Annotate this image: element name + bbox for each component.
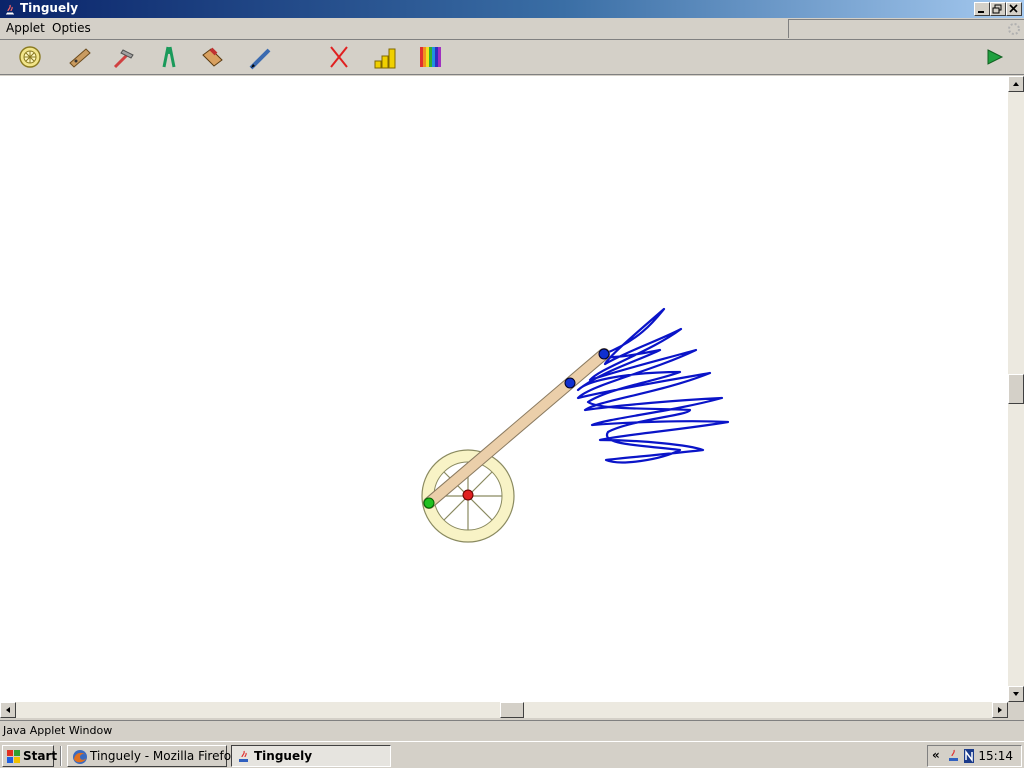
window-title: Tinguely (20, 1, 79, 15)
drawn-scribble (576, 307, 730, 464)
restore-icon (992, 4, 1002, 14)
scroll-corner (1008, 702, 1024, 718)
task-tinguely-label: Tinguely (254, 749, 313, 763)
pencil-icon (249, 48, 271, 70)
close-button[interactable] (1006, 2, 1022, 16)
arrow-up-icon (1013, 82, 1019, 86)
busy-spinner-icon (1008, 23, 1020, 35)
pliers-icon (162, 46, 176, 68)
arrow-left-icon (6, 707, 10, 713)
machine-drawing (421, 307, 730, 543)
windows-logo-icon (7, 750, 20, 763)
scroll-up-button[interactable] (1008, 76, 1024, 92)
start-label: Start (23, 749, 58, 763)
scroll-left-button[interactable] (0, 702, 16, 718)
taskbar-separator (60, 746, 62, 766)
vertical-scroll-thumb[interactable] (1008, 374, 1024, 404)
delete-x-icon (330, 46, 348, 68)
java-icon (6, 4, 14, 15)
task-tinguely[interactable]: Tinguely (231, 745, 391, 767)
task-firefox[interactable]: Tinguely - Mozilla Firefox (67, 745, 238, 767)
pen-joint-2[interactable] (598, 348, 610, 360)
java-tray-icon[interactable] (946, 748, 962, 764)
play-icon (987, 49, 1004, 65)
firefox-icon (73, 750, 87, 764)
wheel-icon (19, 46, 41, 68)
status-bar: Java Applet Window (0, 720, 1024, 740)
start-button[interactable]: Start (2, 745, 58, 767)
speed-tool[interactable] (370, 43, 400, 71)
horizontal-scroll-thumb[interactable] (500, 702, 524, 718)
menu-applet[interactable]: Applet (6, 20, 45, 36)
java-cup-icon (239, 750, 248, 762)
minimize-icon (978, 11, 984, 13)
pen-joint-1[interactable] (564, 377, 576, 389)
toolbar (0, 39, 1024, 75)
delete-tool[interactable] (324, 43, 354, 71)
color-palette-icon (420, 47, 441, 67)
system-tray: « 15:14 (927, 745, 1022, 767)
wheel-rod-joint[interactable] (423, 497, 435, 509)
clock: 15:14 (978, 749, 1013, 763)
task-firefox-label: Tinguely - Mozilla Firefox (90, 749, 238, 763)
color-tool[interactable] (416, 43, 446, 71)
menu-opties[interactable]: Opties (52, 20, 91, 36)
scroll-down-button[interactable] (1008, 686, 1024, 702)
wood-plank-icon (69, 48, 91, 68)
pliers-tool[interactable] (154, 43, 184, 71)
scroll-right-button[interactable] (992, 702, 1008, 718)
arrow-down-icon (1013, 692, 1019, 696)
wheel-tool[interactable] (15, 43, 45, 71)
vertical-scrollbar[interactable] (1008, 76, 1024, 702)
eraser-icon (202, 47, 223, 67)
title-bar[interactable]: Tinguely (0, 0, 1024, 18)
hammer-tool[interactable] (108, 43, 138, 71)
speed-bars-icon (374, 48, 396, 69)
network-tray-icon[interactable] (963, 748, 975, 764)
rod[interactable] (423, 348, 610, 509)
menu-status-box (788, 19, 1024, 38)
drawing-canvas[interactable] (0, 76, 1008, 702)
play-button[interactable] (980, 43, 1010, 71)
pencil-tool[interactable] (246, 43, 276, 71)
axle-joint[interactable] (462, 489, 474, 501)
minimize-button[interactable] (974, 2, 990, 16)
plank-tool[interactable] (64, 43, 94, 71)
taskbar: Start Tinguely - Mozilla Firefox Tinguel… (0, 741, 1024, 768)
eraser-tool[interactable] (197, 43, 227, 71)
close-icon (1009, 4, 1018, 13)
hammer-icon (113, 49, 134, 69)
restore-button[interactable] (990, 2, 1006, 16)
status-text: Java Applet Window (3, 724, 113, 737)
horizontal-scrollbar[interactable] (0, 702, 1008, 718)
tray-expand-toggle[interactable]: « (932, 748, 940, 762)
arrow-right-icon (998, 707, 1002, 713)
